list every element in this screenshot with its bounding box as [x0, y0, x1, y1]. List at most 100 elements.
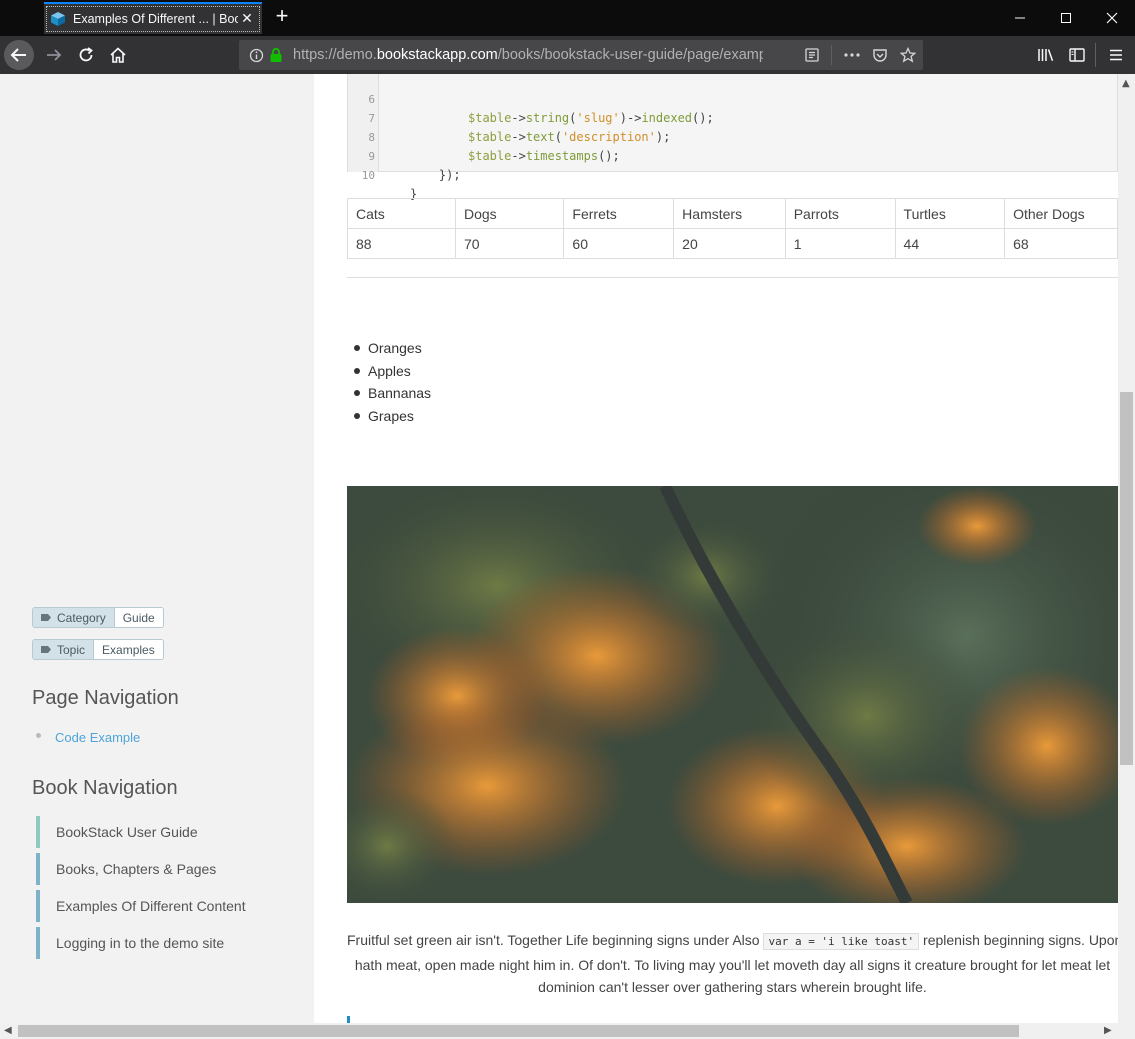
code-fn: text	[525, 130, 555, 144]
reader-view-icon[interactable]	[801, 40, 823, 70]
inline-code: var a = 'i like toast'	[763, 933, 920, 950]
list-item-text: Bannanas	[368, 385, 432, 402]
forest-aerial-image[interactable]	[347, 486, 1118, 903]
code-var: $table	[468, 149, 512, 163]
table-cell: 60	[563, 228, 675, 259]
horizontal-scroll-thumb[interactable]	[18, 1025, 1019, 1037]
table-cell: 68	[1004, 228, 1118, 259]
url-prefix: https://demo.	[293, 47, 377, 63]
url-separator	[831, 45, 832, 65]
page-nav-link[interactable]: Code Example	[55, 730, 140, 745]
list-item-text: Grapes	[368, 407, 414, 424]
code-string: 'slug'	[576, 111, 620, 125]
table-cell: 88	[347, 228, 456, 259]
code-op: ();	[692, 111, 714, 125]
forward-button[interactable]	[40, 36, 68, 74]
tag-topic[interactable]: Topic Examples	[32, 639, 164, 660]
url-text[interactable]: https://demo.bookstackapp.com/books/book…	[293, 40, 763, 70]
table-cell: 44	[894, 228, 1006, 259]
list-item-text: Oranges	[368, 340, 422, 357]
left-sidebar: Category Guide Topic Examples Page Navig…	[0, 74, 314, 1023]
secure-lock-icon[interactable]	[267, 40, 285, 70]
bookstack-favicon-icon	[51, 12, 65, 26]
book-nav-item[interactable]: Logging in to the demo site	[36, 927, 224, 959]
close-icon	[1106, 12, 1118, 24]
bullet-icon	[354, 367, 360, 374]
code-line: 10 }	[348, 147, 420, 201]
table-cell: Turtles	[894, 198, 1006, 229]
tab-bar: Examples Of Different ... | BookStack ✕ …	[0, 0, 1135, 36]
close-tab-icon[interactable]: ✕	[238, 11, 256, 27]
bullet-list: Oranges Apples Bannanas Grapes	[354, 337, 431, 427]
page-viewport: Category Guide Topic Examples Page Navig…	[0, 74, 1135, 1023]
hamburger-menu-icon	[1110, 49, 1122, 61]
bookmark-star-icon[interactable]	[897, 40, 919, 70]
scroll-up-icon[interactable]: ▲	[1122, 78, 1130, 89]
minimize-icon	[1015, 17, 1025, 19]
book-nav-item[interactable]: BookStack User Guide	[36, 816, 198, 848]
active-tab[interactable]: Examples Of Different ... | BookStack ✕	[44, 2, 262, 34]
home-icon	[110, 47, 126, 63]
page-actions-icon[interactable]	[841, 40, 863, 70]
bullet-icon	[36, 733, 41, 738]
tag-name-text: Topic	[57, 642, 86, 657]
book-nav-item[interactable]: Examples Of Different Content	[36, 890, 246, 922]
code-var: $table	[468, 130, 512, 144]
code-op: );	[655, 130, 671, 144]
code-string: 'description'	[561, 130, 656, 144]
callout-marker	[347, 1016, 350, 1023]
caption-line: hath meat, open made night him in. Of do…	[354, 956, 1111, 973]
code-op: ->	[511, 149, 526, 163]
tag-name: Topic	[33, 640, 94, 659]
sidebar-icon	[1069, 48, 1085, 62]
back-arrow-icon	[10, 48, 26, 62]
code-block[interactable]: 6 $table->string('slug')->indexed(); 7 $…	[347, 74, 1118, 201]
home-button[interactable]	[104, 36, 132, 74]
code-var: $table	[468, 111, 512, 125]
table-cell: 1	[784, 228, 896, 259]
code-op: ->	[511, 111, 526, 125]
list-item: Oranges	[354, 337, 431, 360]
tag-icon	[41, 614, 51, 621]
sidebar-toggle-button[interactable]	[1064, 36, 1090, 74]
code-line: 6 $table->string('slug')->indexed();	[348, 74, 713, 125]
tag-category[interactable]: Category Guide	[32, 607, 164, 628]
table-row: 88 70 60 20 1 44 68	[347, 228, 1118, 259]
url-bar[interactable]: https://demo.bookstackapp.com/books/book…	[239, 40, 923, 70]
table-cell: 70	[454, 228, 565, 259]
maximize-icon	[1061, 13, 1071, 23]
new-tab-button[interactable]: +	[270, 5, 294, 29]
line-number: 10	[361, 169, 375, 182]
bullet-icon	[354, 345, 360, 352]
reload-button[interactable]	[72, 36, 100, 74]
table-cell: Parrots	[784, 198, 896, 229]
library-button[interactable]	[1033, 36, 1059, 74]
menu-button[interactable]	[1102, 36, 1130, 74]
list-item: Bannanas	[354, 382, 431, 405]
caption-line: dominion can't lesser over gathering sta…	[538, 979, 927, 995]
horizontal-rule	[347, 277, 1118, 278]
reload-icon	[79, 47, 93, 62]
code-line: 9 });	[348, 128, 460, 182]
book-nav-item[interactable]: Books, Chapters & Pages	[36, 853, 216, 885]
maximize-button[interactable]	[1043, 0, 1089, 36]
table-cell: Other Dogs	[1004, 198, 1118, 229]
caption-text: Fruitful set green air isn't. Together L…	[347, 932, 764, 948]
back-button[interactable]	[4, 40, 34, 70]
vertical-scroll-thumb[interactable]	[1120, 392, 1133, 765]
table-cell: Hamsters	[673, 198, 786, 229]
code-op: ->	[511, 130, 526, 144]
code-text: $table->timestamps();	[468, 147, 620, 166]
code-line: 7 $table->text('description');	[348, 90, 670, 144]
scroll-right-icon[interactable]: ▶	[1104, 1025, 1112, 1036]
data-table: Cats Dogs Ferrets Hamsters Parrots Turtl…	[347, 198, 1118, 259]
book-navigation-title: Book Navigation	[32, 777, 178, 799]
close-window-button[interactable]	[1089, 0, 1135, 36]
info-icon[interactable]	[247, 40, 265, 70]
minimize-button[interactable]	[997, 0, 1043, 36]
pocket-icon[interactable]	[869, 40, 891, 70]
table-cell: Cats	[347, 198, 456, 229]
library-icon	[1038, 49, 1054, 62]
page-nav-item[interactable]: Code Example	[36, 730, 140, 745]
scroll-left-icon[interactable]: ◀	[4, 1025, 12, 1036]
